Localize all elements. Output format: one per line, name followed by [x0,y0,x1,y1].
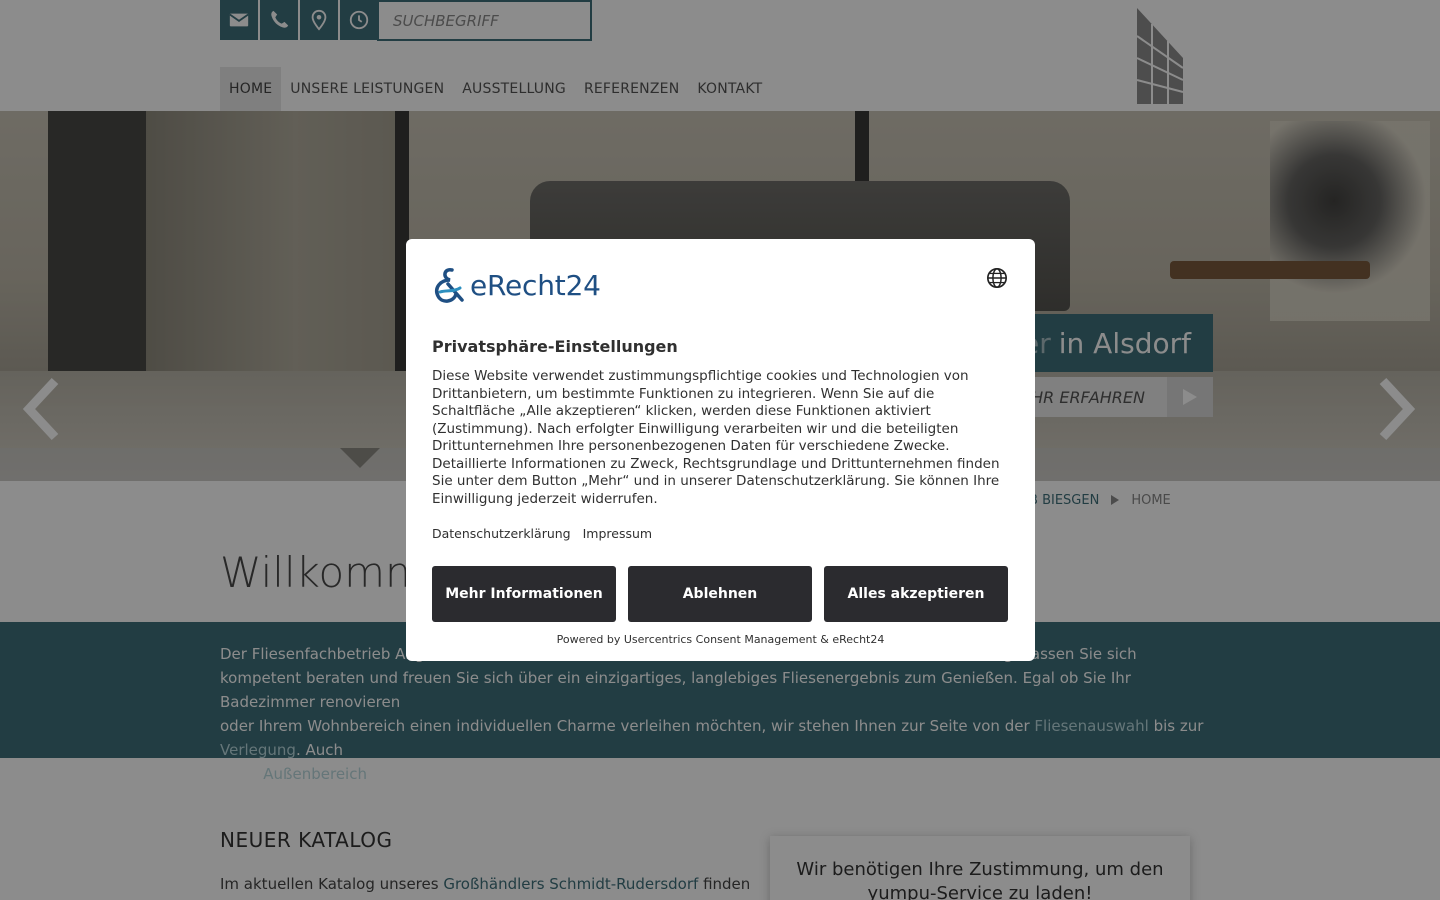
link-impressum[interactable]: Impressum [583,526,652,541]
link-datenschutz[interactable]: Datenschutzerklärung [432,526,571,541]
accept-all-button[interactable]: Alles akzeptieren [824,566,1008,622]
globe-icon[interactable] [986,267,1008,289]
erecht24-brand: eRecht24 [470,268,601,302]
modal-body-text: Diese Website verwendet zustimmungspflic… [432,368,1000,507]
erecht24-mark-icon [435,268,464,303]
modal-title: Privatsphäre-Einstellungen [432,337,678,356]
powered-by-text: Powered by Usercentrics Consent Manageme… [556,633,885,646]
decline-button[interactable]: Ablehnen [628,566,812,622]
privacy-modal: eRecht24 Privatsphäre-Einstellungen Dies… [406,239,1035,661]
more-info-button[interactable]: Mehr Informationen [432,566,616,622]
modal-links: Datenschutzerklärung Impressum [432,526,652,541]
erecht24-logo: eRecht24 [432,264,601,306]
